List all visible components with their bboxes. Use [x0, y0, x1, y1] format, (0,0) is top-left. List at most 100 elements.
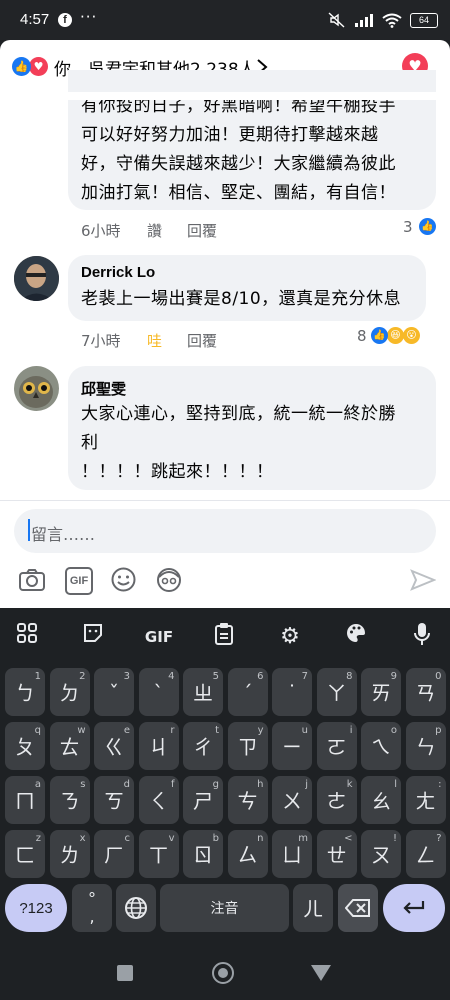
key-q[interactable]: ㄆq	[5, 722, 45, 770]
back-icon[interactable]	[310, 964, 332, 982]
comment-time: 6小時	[81, 222, 121, 240]
key-![interactable]: ㄡ!	[361, 830, 401, 878]
status-time: 4:57	[20, 11, 50, 28]
key-8[interactable]: ㄚ8	[316, 668, 357, 716]
reply-link[interactable]: 回覆	[187, 330, 217, 351]
key-hint: e	[123, 725, 130, 736]
key-label: ㄙ	[237, 843, 258, 867]
key-<[interactable]: ㄝ <	[316, 830, 357, 878]
key-label: ㄓ	[193, 681, 213, 705]
key-6[interactable]: ˊ6	[227, 668, 268, 716]
key-er[interactable]: ㄦ	[293, 884, 333, 932]
apps-grid-icon[interactable]	[10, 622, 44, 652]
key-0[interactable]: ㄢ0	[405, 668, 446, 716]
keyboard: GIF ⚙ ㄅ 1 ㄉ 2 ˇ 3 ˋ 4 ㄓ 5 ˊ 6 ˙ 7 ㄚ 8 ㄞ 9 ㄢ 0 ㄆ q ㄊ w ㄍ e ㄐ r ㄔ t ㄗ y ㄧ u…	[0, 608, 450, 948]
key-i[interactable]: ㄛi	[316, 722, 357, 770]
key-3[interactable]: ˇ3	[94, 668, 134, 716]
key-e[interactable]: ㄍe	[94, 722, 134, 770]
key-x[interactable]: ㄌx	[49, 830, 90, 878]
symbols-key[interactable]: ?123	[5, 884, 67, 932]
key-label: ㄨ	[282, 789, 302, 813]
key-w[interactable]: ㄊw	[49, 722, 90, 770]
punctuation-key[interactable]: ° ,	[72, 884, 112, 932]
enter-key[interactable]	[383, 884, 445, 932]
send-icon[interactable]	[410, 568, 436, 592]
key-g[interactable]: ㄕg	[183, 776, 223, 824]
avatar-sticker-icon[interactable]	[155, 566, 183, 593]
key-7[interactable]: ˙ 7	[272, 668, 312, 716]
key-t[interactable]: ㄔt	[183, 722, 223, 770]
key-2[interactable]: ㄉ2	[49, 668, 90, 716]
camera-icon[interactable]	[18, 568, 46, 592]
gif-button[interactable]: GIF	[65, 567, 93, 595]
key-c[interactable]: ㄏc	[94, 830, 134, 878]
key-hint: o	[390, 725, 397, 736]
comments-sheet: 👍 ♥ 你、吳君宇和其他2,238人 ♥ 有你投的日子，好黑暗啊！希望牛棚投手 …	[0, 40, 450, 608]
language-globe-key[interactable]	[116, 884, 156, 932]
like-link[interactable]: 讚	[147, 220, 162, 241]
key-label: ㄘ	[237, 789, 258, 813]
key-5[interactable]: ㄓ5	[183, 668, 223, 716]
key-label: ㄔ	[193, 735, 213, 759]
key-label: ㄟ	[371, 735, 391, 759]
key-v[interactable]: ㄒv	[138, 830, 179, 878]
key-:[interactable]: ㄤ:	[405, 776, 446, 824]
key-hint: k	[346, 779, 353, 790]
recents-icon[interactable]	[117, 965, 133, 981]
key-k[interactable]: ㄜk	[316, 776, 357, 824]
key-label: ㄊ	[59, 735, 80, 759]
comment-input[interactable]: 留言……	[14, 509, 436, 553]
key-label: ㄍ	[104, 735, 124, 759]
key-1[interactable]: ㄅ1	[5, 668, 45, 716]
key-label: ㄚ	[326, 681, 347, 705]
key-label: ㄞ	[371, 681, 391, 705]
key-s[interactable]: ㄋs	[49, 776, 90, 824]
key-p[interactable]: ㄣp	[405, 722, 446, 770]
avatar[interactable]	[14, 256, 59, 301]
key-a[interactable]: ㄇa	[5, 776, 45, 824]
backspace-key[interactable]	[338, 884, 378, 932]
navigation-bar	[0, 948, 450, 1000]
avatar[interactable]	[14, 366, 59, 411]
key-y[interactable]: ㄗy	[227, 722, 268, 770]
key-n[interactable]: ㄙn	[227, 830, 268, 878]
comment-author[interactable]: Derrick Lo	[81, 264, 155, 281]
key-label: ㄅ	[15, 681, 35, 705]
clipboard-icon[interactable]	[207, 622, 241, 652]
key-hint: 6	[257, 671, 264, 682]
reply-link[interactable]: 回覆	[187, 220, 217, 241]
space-key[interactable]: 注音	[160, 884, 289, 932]
key-j[interactable]: ㄨj	[272, 776, 312, 824]
battery-icon: 64	[410, 12, 438, 28]
key-9[interactable]: ㄞ9	[361, 668, 401, 716]
theme-palette-icon[interactable]	[339, 622, 373, 652]
settings-gear-icon[interactable]: ⚙	[273, 622, 307, 652]
comment-author[interactable]: 邱聖雯	[81, 378, 126, 399]
key-d[interactable]: ㄎd	[94, 776, 134, 824]
key-4[interactable]: ˋ4	[138, 668, 179, 716]
like-reaction-icon: 👍	[371, 327, 388, 344]
key-o[interactable]: ㄟo	[361, 722, 401, 770]
key-u[interactable]: ㄧu	[272, 722, 312, 770]
key-l[interactable]: ㄠl	[361, 776, 401, 824]
home-icon[interactable]	[212, 962, 234, 984]
key-r[interactable]: ㄐr	[138, 722, 179, 770]
wifi-icon	[382, 13, 402, 28]
comment-input-placeholder: 留言……	[31, 525, 96, 544]
keyboard-gif-button[interactable]: GIF	[141, 622, 177, 652]
key-m[interactable]: ㄩm	[272, 830, 312, 878]
key-?[interactable]: ㄥ?	[405, 830, 446, 878]
key-hint: g	[212, 779, 219, 790]
comment-text: 老裴上一場出賽是8/10，還真是充分休息	[81, 289, 402, 309]
sticker-icon[interactable]	[76, 622, 110, 652]
key-h[interactable]: ㄘh	[227, 776, 268, 824]
wow-reaction-link[interactable]: 哇	[147, 330, 162, 351]
key-b[interactable]: ㄖb	[183, 830, 223, 878]
emoji-icon[interactable]	[110, 566, 137, 593]
comment-line: 大家心連心，堅持到底，統一統一終於勝	[81, 404, 396, 424]
microphone-icon[interactable]	[405, 622, 439, 652]
key-hint: :	[438, 779, 442, 790]
composer: 留言…… GIF	[0, 500, 450, 608]
key-z[interactable]: ㄈz	[5, 830, 45, 878]
key-f[interactable]: ㄑf	[138, 776, 179, 824]
